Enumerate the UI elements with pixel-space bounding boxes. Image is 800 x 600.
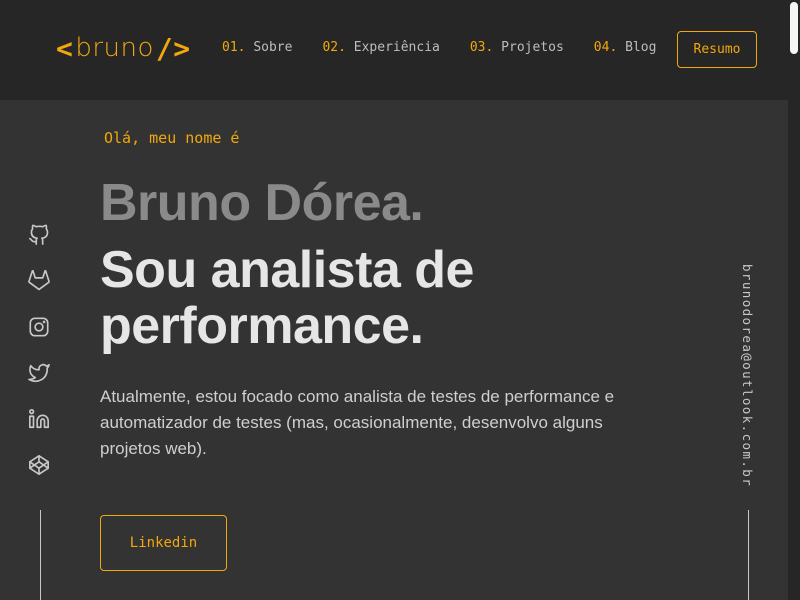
logo-close-bracket: /> bbox=[155, 31, 191, 65]
twitter-icon bbox=[28, 363, 50, 383]
resume-button[interactable]: Resumo bbox=[677, 31, 757, 68]
instagram-link[interactable] bbox=[28, 316, 52, 340]
nav-item-sobre[interactable]: 01. Sobre bbox=[222, 40, 292, 55]
instagram-icon bbox=[29, 317, 49, 337]
nav-item-number: 03. bbox=[469, 40, 494, 55]
codepen-link[interactable] bbox=[28, 454, 52, 478]
social-links bbox=[28, 224, 52, 500]
scrollbar[interactable] bbox=[788, 0, 800, 600]
nav-item-blog[interactable]: 04. Blog bbox=[594, 40, 657, 55]
nav-item-label: Blog bbox=[625, 40, 657, 55]
codepen-icon bbox=[29, 455, 49, 475]
github-link[interactable] bbox=[28, 224, 52, 248]
nav-item-experiencia[interactable]: 02. Experiência bbox=[322, 40, 439, 55]
nav-item-number: 04. bbox=[593, 40, 618, 55]
nav-item-projetos[interactable]: 03. Projetos bbox=[470, 40, 564, 55]
nav-item-label: Sobre bbox=[253, 40, 293, 55]
social-rail-line bbox=[40, 510, 41, 600]
page: < bruno /> 01. Sobre 02. Experiência 03.… bbox=[0, 0, 800, 600]
hero-title: Sou analista de performance. bbox=[100, 241, 474, 355]
email-rail-line bbox=[748, 510, 749, 600]
nav-item-label: Experiência bbox=[353, 40, 440, 55]
logo[interactable]: < bruno /> bbox=[56, 30, 191, 66]
gitlab-icon bbox=[28, 269, 50, 291]
hero-description: Atualmente, estou focado como analista d… bbox=[100, 387, 615, 458]
linkedin-button[interactable]: Linkedin bbox=[100, 515, 227, 571]
twitter-link[interactable] bbox=[28, 362, 52, 386]
hero-greeting: Olá, meu nome é bbox=[104, 129, 240, 147]
logo-open-bracket: < bbox=[56, 31, 74, 65]
github-icon bbox=[29, 224, 49, 245]
nav-item-number: 02. bbox=[322, 40, 346, 55]
nav-item-label: Projetos bbox=[501, 40, 564, 55]
hero-name: Bruno Dórea. bbox=[100, 174, 424, 232]
site-header: < bruno /> 01. Sobre 02. Experiência 03.… bbox=[0, 0, 788, 100]
gitlab-link[interactable] bbox=[28, 269, 52, 294]
nav-item-number: 01. bbox=[222, 40, 246, 55]
linkedin-icon bbox=[29, 409, 49, 429]
logo-name: bruno bbox=[75, 33, 154, 63]
email-link[interactable]: brunodorea@outlook.com.br bbox=[740, 264, 755, 487]
scrollbar-thumb[interactable] bbox=[790, 2, 798, 54]
main-nav: 01. Sobre 02. Experiência 03. Projetos 0… bbox=[222, 40, 686, 55]
linkedin-link[interactable] bbox=[28, 408, 52, 432]
